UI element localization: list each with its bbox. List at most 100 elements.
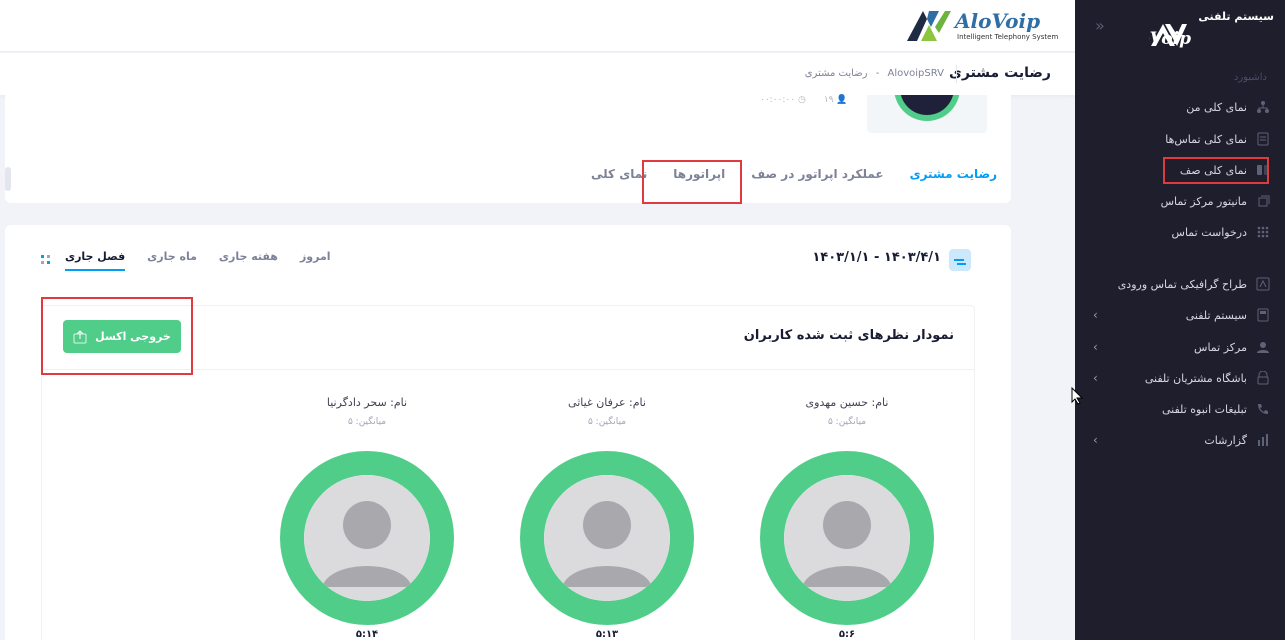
chevron-left-icon: ‹ <box>1093 371 1098 385</box>
excel-export-button[interactable]: خروجی اکسل <box>63 320 181 353</box>
person-placeholder-icon <box>784 475 910 601</box>
stat-duration: ◷ ۰۰:۰۰:۰۰ <box>760 95 806 105</box>
tab-overview[interactable]: نمای کلی <box>591 167 647 181</box>
user-average: میانگین: ۵ <box>587 417 627 427</box>
tab-operators[interactable]: اپراتورها <box>673 167 725 181</box>
sidebar-item-customer-club[interactable]: باشگاه مشتریان تلفنی ‹ <box>1075 364 1285 392</box>
user-card: نام: سحر دادگرنیا میانگین: ۵ ۵:۱۴ <box>262 396 472 640</box>
sidebar-item-contact-center[interactable]: مرکز تماس ‹ <box>1075 333 1285 361</box>
user-card: نام: حسین مهدوی میانگین: ۵ ۵:۶ <box>742 396 952 640</box>
horizontal-scroll-handle[interactable] <box>5 167 11 191</box>
sidebar-item-label: طراح گرافیکی تماس ورودی <box>1117 277 1247 291</box>
stat-count: 👤 ۱۹ <box>824 95 848 105</box>
user-name: نام: عرفان غیاثی <box>568 396 646 409</box>
user-icon: 👤 <box>836 95 848 105</box>
title-divider <box>956 65 957 83</box>
chevron-left-icon: ‹ <box>1093 433 1098 447</box>
sidebar-item-label: گزارشات <box>1204 433 1247 447</box>
period-current-month[interactable]: ماه جاری <box>147 250 197 271</box>
period-current-week[interactable]: هفته جاری <box>219 250 278 271</box>
tab-queue-operator-performance[interactable]: عملکرد اپراتور در صف <box>751 167 883 181</box>
sidebar-item-queue-overview[interactable]: نمای کلی صف <box>1075 156 1285 184</box>
sidebar-item-calls-overview[interactable]: نمای کلی تماس‌ها <box>1075 125 1285 153</box>
user-score: ۵:۶ <box>838 629 856 640</box>
sidebar-item-ivr-designer[interactable]: طراح گرافیکی تماس ورودی <box>1075 270 1285 298</box>
page-title: رضایت مشتری <box>949 65 1051 81</box>
dots-grid-icon <box>1255 224 1271 240</box>
sidebar-item-bulk-advertising[interactable]: تبلیغات انبوه تلفنی <box>1075 395 1285 423</box>
user-name: نام: سحر دادگرنیا <box>326 396 408 409</box>
breadcrumb-server[interactable]: AlovoipSRV <box>888 68 945 79</box>
person-placeholder-icon <box>304 475 430 601</box>
sub-header: رضایت مشتری AlovoipSRV - رضایت مشتری <box>0 53 1075 95</box>
mouse-cursor-icon <box>1071 387 1083 405</box>
alovoip-logo-icon <box>907 11 951 41</box>
person-placeholder-icon <box>544 475 670 601</box>
stat-duration-value: ۰۰:۰۰:۰۰ <box>760 95 796 105</box>
user-average: میانگین: ۵ <box>347 417 387 427</box>
tab-customer-satisfaction[interactable]: رضایت مشتری <box>910 167 997 181</box>
sidebar-collapse-button[interactable]: » <box>1095 16 1105 35</box>
brand-name: AloVoip <box>955 9 1041 33</box>
chevron-left-icon: ‹ <box>1093 340 1098 354</box>
period-current-season[interactable]: فصل جاری <box>65 250 126 271</box>
clock-icon: ◷ <box>797 95 806 105</box>
club-icon <box>1255 370 1271 386</box>
user-score: ۵:۱۳ <box>595 629 619 640</box>
profile-avatar-box <box>867 95 987 133</box>
breadcrumb: AlovoipSRV - رضایت مشتری <box>800 68 944 79</box>
queue-icon <box>1255 162 1271 178</box>
sidebar-item-call-request[interactable]: درخواست تماس <box>1075 218 1285 246</box>
user-card: نام: عرفان غیاثی میانگین: ۵ ۵:۱۳ <box>502 396 712 640</box>
user-name: نام: حسین مهدوی <box>805 396 889 409</box>
user-avatar <box>544 475 670 601</box>
period-tabs: فصل جاری ماه جاری هفته جاری امروز <box>65 250 331 271</box>
user-average: میانگین: ۵ <box>827 417 867 427</box>
profile-stats: 👤 ۱۹ ◷ ۰۰:۰۰:۰۰ <box>760 95 848 105</box>
phone-icon <box>1255 401 1271 417</box>
brand-tagline: Intelligent Telephony System <box>957 33 1059 41</box>
sidebar-item-label: سیستم تلفنی <box>1185 308 1247 322</box>
sidebar-item-my-overview[interactable]: نمای کلی من <box>1075 93 1285 121</box>
menu-grid-icon[interactable] <box>41 255 51 265</box>
sidebar-item-label: درخواست تماس <box>1171 225 1247 239</box>
monitor-icon <box>1255 193 1271 209</box>
sidebar-item-label: مرکز تماس <box>1194 340 1247 354</box>
profile-card: 👤 ۱۹ ◷ ۰۰:۰۰:۰۰ نمای کلی اپراتورها عملکر… <box>5 95 1011 203</box>
breadcrumb-separator: - <box>875 68 880 79</box>
sidebar-brand-name: AloVoip <box>1149 29 1191 48</box>
breadcrumb-current: رضایت مشتری <box>804 68 868 79</box>
alovoip-logo-icon: AloVoip <box>1149 24 1191 48</box>
top-bar: AloVoip Intelligent Telephony System <box>0 0 1075 52</box>
calendar-icon[interactable] <box>949 249 971 271</box>
excel-export-label: خروجی اکسل <box>95 330 171 343</box>
sidebar-item-label: نمای کلی من <box>1186 100 1247 114</box>
date-range[interactable]: ۱۴۰۳/۴/۱ - ۱۴۰۳/۱/۱ <box>812 250 941 265</box>
chart-icon <box>1255 432 1271 448</box>
designer-icon <box>1255 276 1271 292</box>
user-avatar <box>304 475 430 601</box>
chevron-left-icon: ‹ <box>1093 308 1098 322</box>
sidebar-item-contact-center-monitor[interactable]: مانیتور مرکز تماس <box>1075 187 1285 215</box>
ratings-panel: نمودار نظرهای ثبت شده کاربران خروجی اکسل… <box>41 305 975 640</box>
sidebar-item-label: تبلیغات انبوه تلفنی <box>1162 402 1247 416</box>
brand-logo[interactable]: AloVoip Intelligent Telephony System <box>905 7 1059 45</box>
sidebar-item-phone-system[interactable]: سیستم تلفنی ‹ <box>1075 301 1285 329</box>
sidebar-item-label: نمای کلی تماس‌ها <box>1165 132 1247 146</box>
agent-icon <box>1255 339 1271 355</box>
avatar <box>894 95 960 121</box>
sidebar-item-reports[interactable]: گزارشات ‹ <box>1075 426 1285 454</box>
period-today[interactable]: امروز <box>300 250 331 271</box>
user-rating-ring <box>280 451 454 625</box>
sidebar: » سیستم تلفنی AloVoip داشبورد نمای کلی م… <box>1075 0 1285 640</box>
tabs-bar: نمای کلی اپراتورها عملکرد اپراتور در صف … <box>591 167 997 181</box>
panel-title: نمودار نظرهای ثبت شده کاربران <box>743 328 954 343</box>
user-avatar <box>784 475 910 601</box>
satisfaction-card: ۱۴۰۳/۴/۱ - ۱۴۰۳/۱/۱ فصل جاری ماه جاری هف… <box>5 225 1011 640</box>
panel-header: نمودار نظرهای ثبت شده کاربران خروجی اکسل <box>42 306 974 370</box>
phonebook-icon <box>1255 131 1271 147</box>
phone-system-icon <box>1255 307 1271 323</box>
sidebar-item-label: مانیتور مرکز تماس <box>1160 194 1247 208</box>
sidebar-item-label: نمای کلی صف <box>1179 163 1247 177</box>
user-score: ۵:۱۴ <box>355 629 379 640</box>
